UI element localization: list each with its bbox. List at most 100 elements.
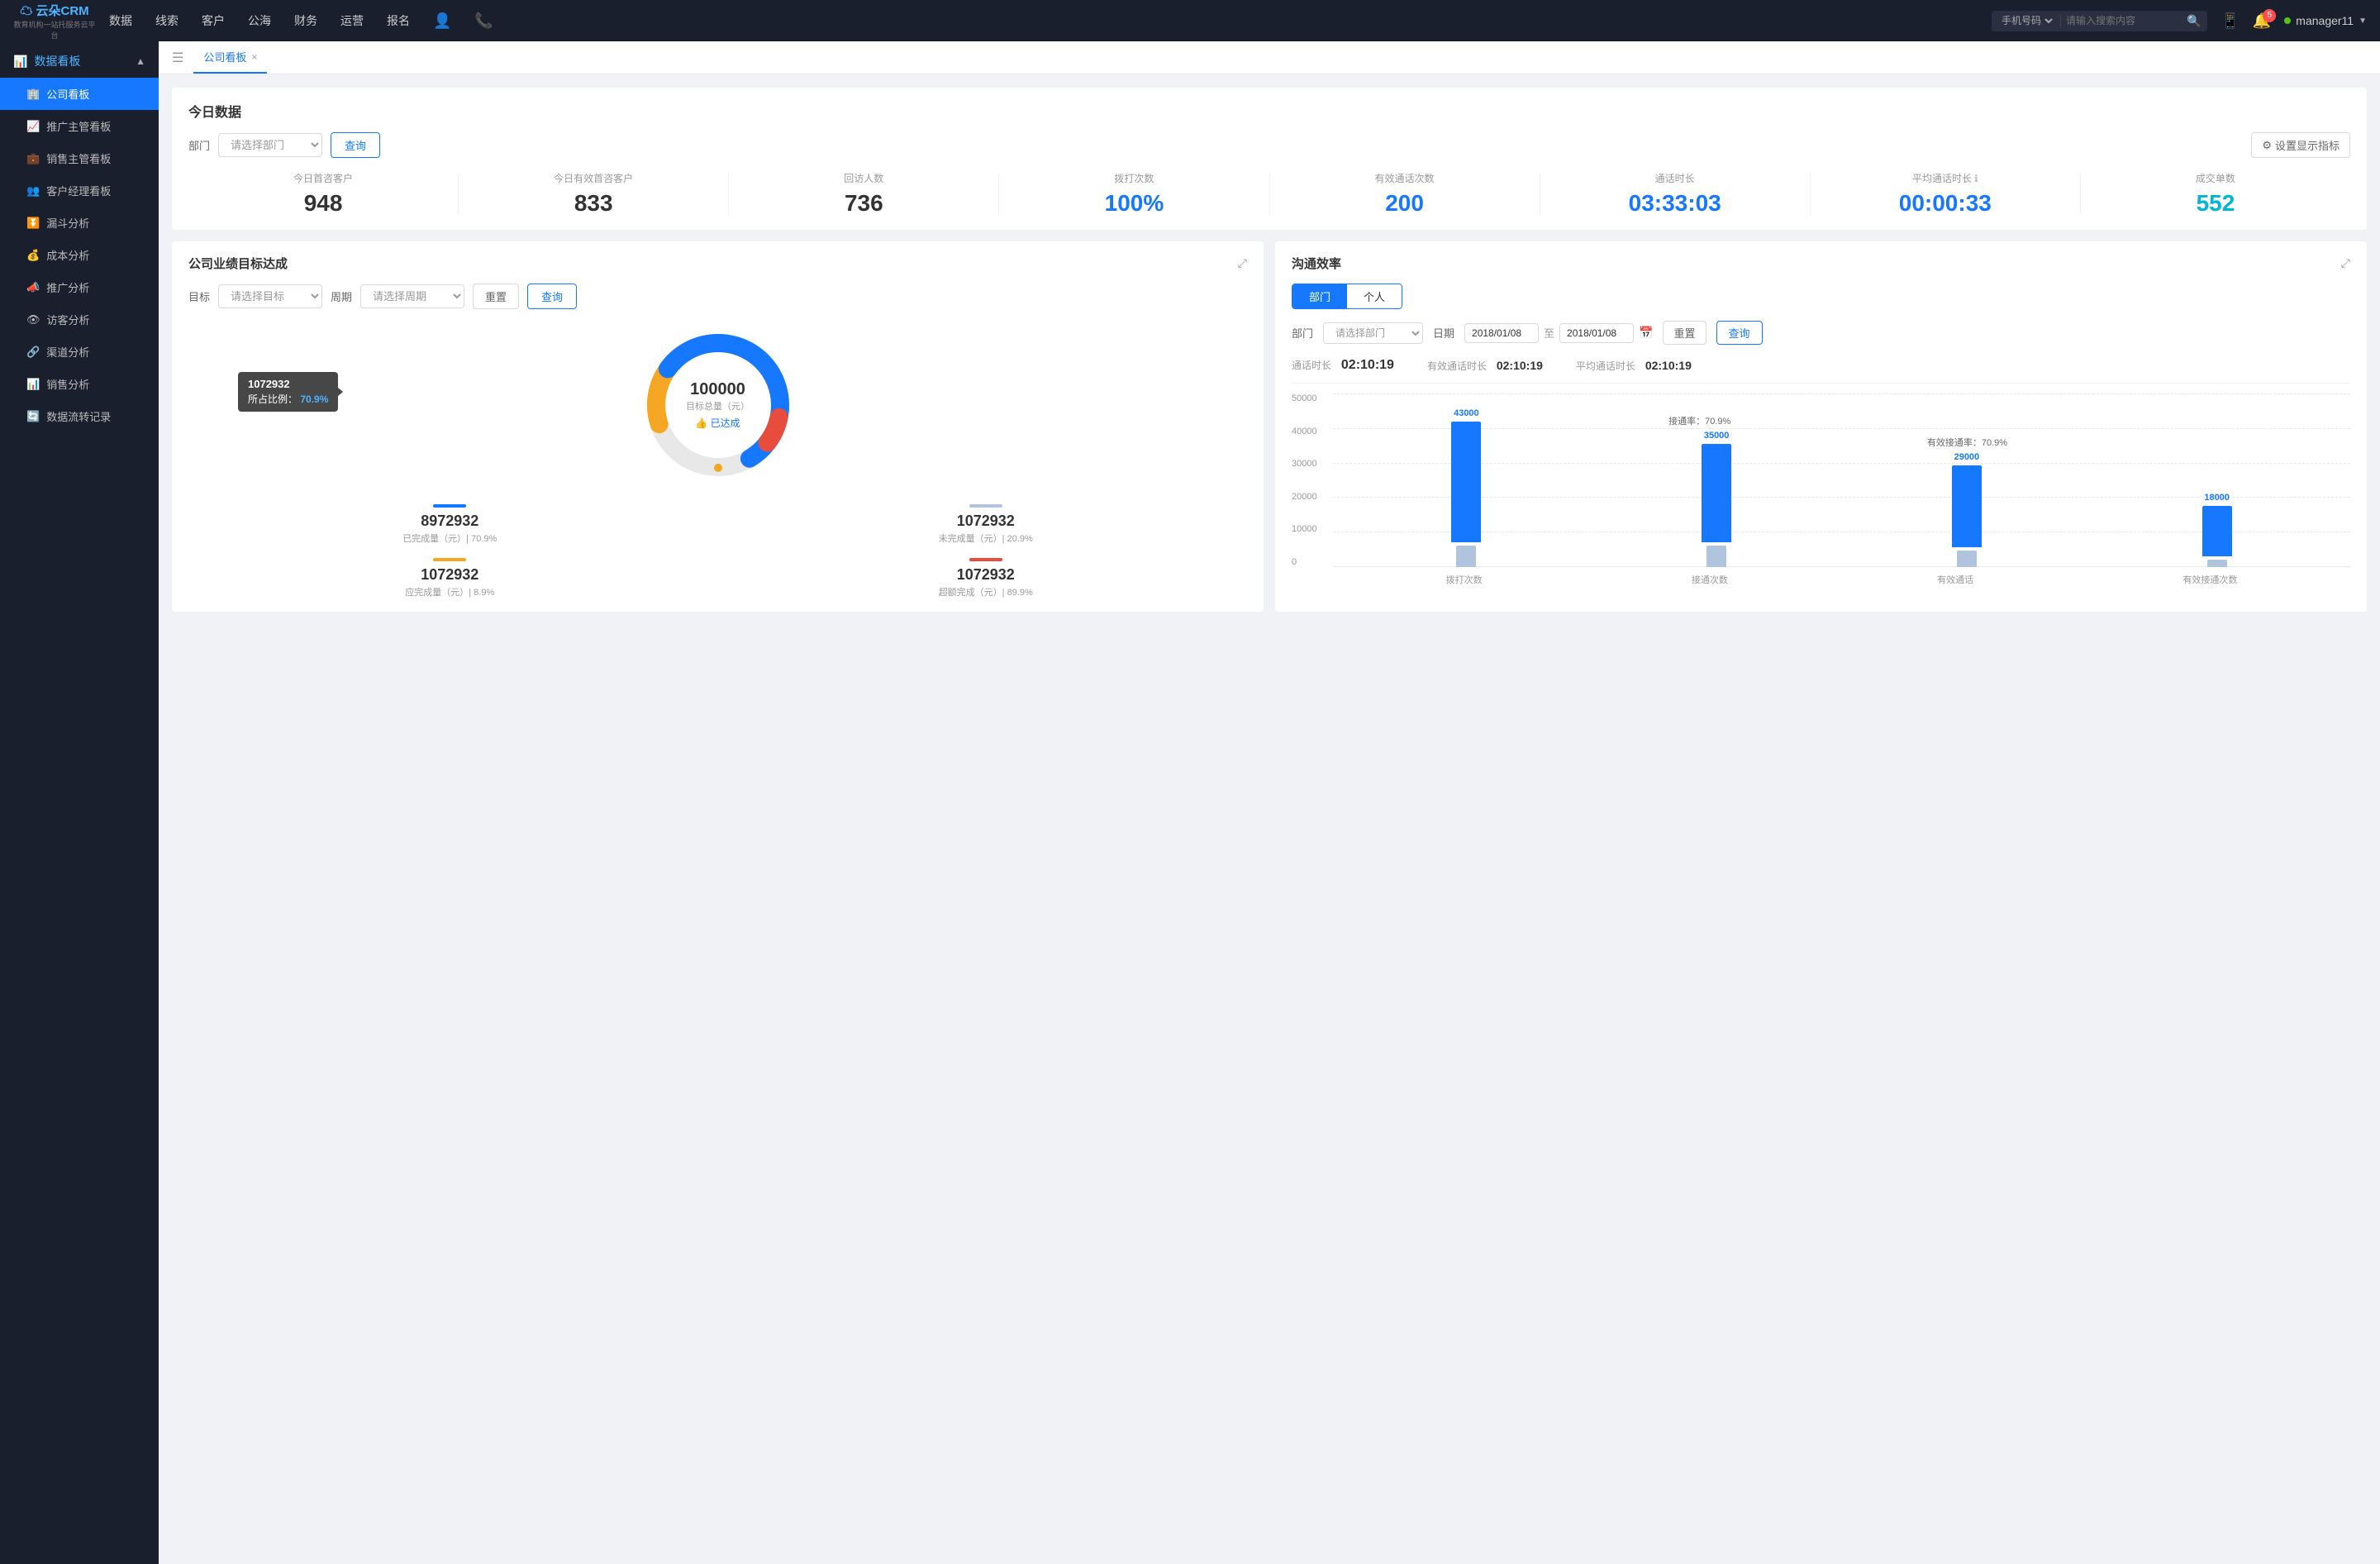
today-query-button[interactable]: 查询 xyxy=(331,132,380,158)
eff-filter-row: 部门 请选择部门 日期 至 📅 重置 查询 xyxy=(1292,321,2350,345)
nav-item-leads[interactable]: 线索 xyxy=(155,12,178,29)
target-reset-button[interactable]: 重置 xyxy=(473,284,519,309)
tab-dept-button[interactable]: 部门 xyxy=(1292,284,1347,308)
metrics-row: 今日首咨客户 948 今日有效首咨客户 833 回访人数 736 xyxy=(188,171,2350,217)
metric-label-1: 今日有效首咨客户 xyxy=(459,171,728,185)
metric-box-0: 8972932 已完成量（元）| 70.9% xyxy=(188,504,712,545)
eff-reset-button[interactable]: 重置 xyxy=(1663,321,1706,345)
donut-tooltip: 1072932 所占比例： 70.9% xyxy=(238,372,338,412)
bar-chart: 50000 40000 30000 20000 10000 0 xyxy=(1292,393,2350,592)
metric-box-1: 1072932 未完成量（元）| 20.9% xyxy=(725,504,1248,545)
username: manager11 xyxy=(2296,14,2354,27)
metric-item-5: 通话时长 03:33:03 xyxy=(1540,171,1810,217)
efficiency-expand-icon[interactable]: ⤢ xyxy=(2341,256,2350,270)
today-filter-row: 部门 请选择部门 查询 ⚙ 设置显示指标 xyxy=(188,132,2350,158)
sidebar-item-visitor[interactable]: 👁 访客分析 xyxy=(0,303,159,336)
target-panel-title: 公司业绩目标达成 xyxy=(188,255,288,272)
sidebar-item-label-funnel: 漏斗分析 xyxy=(46,215,89,231)
metric-box-label-1: 未完成量（元）| 20.9% xyxy=(725,532,1248,545)
dept-filter-select[interactable]: 请选择部门 xyxy=(218,133,322,157)
sidebar-item-funnel[interactable]: ⏬ 漏斗分析 xyxy=(0,207,159,239)
sales-mgr-icon: 💼 xyxy=(26,152,40,165)
y-label-50000: 50000 xyxy=(1292,393,1333,403)
sidebar-item-cost[interactable]: 💰 成本分析 xyxy=(0,239,159,271)
bar-group-2: 有效接通率：70.9% 29000 xyxy=(1952,452,1982,567)
search-input[interactable] xyxy=(2066,15,2182,26)
metric-box-indicator-2 xyxy=(433,558,466,561)
cost-icon: 💰 xyxy=(26,249,40,262)
tooltip-arrow xyxy=(338,388,343,396)
date-end-input[interactable] xyxy=(1559,323,1634,343)
nav-items: 数据 线索 客户 公海 财务 运营 报名 👤 📞 xyxy=(109,12,1992,30)
notification-badge: 5 xyxy=(2263,9,2276,22)
metric-label-4: 有效通话次数 xyxy=(1270,171,1540,185)
metric-box-value-0: 8972932 xyxy=(188,513,712,530)
target-select[interactable]: 请选择目标 xyxy=(218,284,322,308)
metric-box-label-3: 超额完成（元）| 89.9% xyxy=(725,585,1248,598)
sidebar-item-customer-mgr[interactable]: 👥 客户经理看板 xyxy=(0,174,159,207)
settings-display-button[interactable]: ⚙ 设置显示指标 xyxy=(2251,132,2350,158)
promo-mgr-icon: 📈 xyxy=(26,120,40,133)
donut-center: 100000 目标总量（元） 👍 已达成 xyxy=(686,380,750,430)
date-range: 至 📅 xyxy=(1464,323,1653,343)
sidebar-section-title: 数据看板 xyxy=(34,53,80,69)
sidebar-item-label-visitor: 访客分析 xyxy=(47,312,90,327)
sidebar-item-promo[interactable]: 📣 推广分析 xyxy=(0,271,159,303)
metric-box-label-2: 应完成量（元）| 8.9% xyxy=(188,585,712,598)
search-icon[interactable]: 🔍 xyxy=(2187,14,2201,28)
tab-company[interactable]: 公司看板 × xyxy=(193,41,267,74)
main-content: ☰ 公司看板 × 今日数据 部门 请选择部门 查询 ⚙ 设置显示指标 xyxy=(159,41,2380,1564)
sidebar-item-data-flow[interactable]: 🔄 数据流转记录 xyxy=(0,400,159,432)
nav-item-customers[interactable]: 客户 xyxy=(202,12,225,29)
eff-dept-label: 部门 xyxy=(1292,325,1313,341)
nav-item-sea[interactable]: 公海 xyxy=(248,12,271,29)
eff-tab-group: 部门 个人 xyxy=(1292,284,1402,309)
calendar-icon[interactable]: 📅 xyxy=(1639,326,1653,340)
logo: ☁ 云朵CRM 教育机构一站托服务云平台 xyxy=(13,2,96,41)
sidebar-item-promo-mgr[interactable]: 📈 推广主管看板 xyxy=(0,110,159,142)
sidebar-item-label-cost: 成本分析 xyxy=(46,247,89,263)
nav-icon-person[interactable]: 👤 xyxy=(433,12,451,30)
visitor-icon: 👁 xyxy=(26,313,40,327)
sidebar-item-channel[interactable]: 🔗 渠道分析 xyxy=(0,336,159,368)
eff-query-button[interactable]: 查询 xyxy=(1716,321,1763,345)
date-start-input[interactable] xyxy=(1464,323,1539,343)
nav-item-ops[interactable]: 运营 xyxy=(340,12,364,29)
sidebar-item-sales-mgr[interactable]: 💼 销售主管看板 xyxy=(0,142,159,174)
sidebar-section-header[interactable]: 📊 数据看板 ▲ xyxy=(0,41,159,78)
search-select[interactable]: 手机号码 xyxy=(1998,14,2055,27)
tab-close-icon[interactable]: × xyxy=(251,51,257,63)
nav-item-signup[interactable]: 报名 xyxy=(387,12,410,29)
period-select[interactable]: 请选择周期 xyxy=(360,284,464,308)
metric-box-2: 1072932 应完成量（元）| 8.9% xyxy=(188,558,712,598)
search-box: 手机号码 🔍 xyxy=(1992,11,2207,31)
bar-value-3: 18000 xyxy=(2204,493,2230,503)
sidebar-item-company[interactable]: 🏢 公司看板 xyxy=(0,78,159,110)
notification-wrapper[interactable]: 🔔 5 xyxy=(2253,12,2271,30)
hamburger-icon[interactable]: ☰ xyxy=(172,50,183,66)
nav-item-data[interactable]: 数据 xyxy=(109,12,132,29)
bar-value-1: 35000 xyxy=(1704,431,1730,441)
target-expand-icon[interactable]: ⤢ xyxy=(1238,256,1247,270)
user-status-dot xyxy=(2284,17,2291,24)
target-query-button[interactable]: 查询 xyxy=(527,284,577,309)
metric-label-0: 今日首咨客户 xyxy=(188,171,458,185)
tab-personal-button[interactable]: 个人 xyxy=(1347,284,1402,308)
nav-item-finance[interactable]: 财务 xyxy=(294,12,317,29)
nav-icon-phone[interactable]: 📞 xyxy=(474,12,493,30)
donut-container: 100000 目标总量（元） 👍 已达成 xyxy=(635,322,801,488)
call-stats-row: 通话时长 02:10:19 有效通话时长 02:10:19 平均通话时长 02:… xyxy=(1292,358,2350,384)
efficiency-panel-title: 沟通效率 xyxy=(1292,255,1341,272)
user-info[interactable]: manager11 ▼ xyxy=(2284,14,2367,27)
chart-inner: 43000 接通率：70.9% 35000 xyxy=(1333,393,2350,592)
call-stat-2: 平均通话时长 02:10:19 xyxy=(1576,359,1692,373)
customer-mgr-icon: 👥 xyxy=(26,184,40,198)
target-label: 目标 xyxy=(188,288,210,304)
target-panel-header: 公司业绩目标达成 ⤢ xyxy=(188,255,1247,272)
x-label-2: 有效通话 xyxy=(1937,573,1973,586)
efficiency-panel-header: 沟通效率 ⤢ xyxy=(1292,255,2350,272)
sidebar-item-sales[interactable]: 📊 销售分析 xyxy=(0,368,159,400)
nav-icon-tablet[interactable]: 📱 xyxy=(2221,12,2239,30)
eff-dept-select[interactable]: 请选择部门 xyxy=(1323,322,1423,344)
metric-value-0: 948 xyxy=(188,190,458,217)
